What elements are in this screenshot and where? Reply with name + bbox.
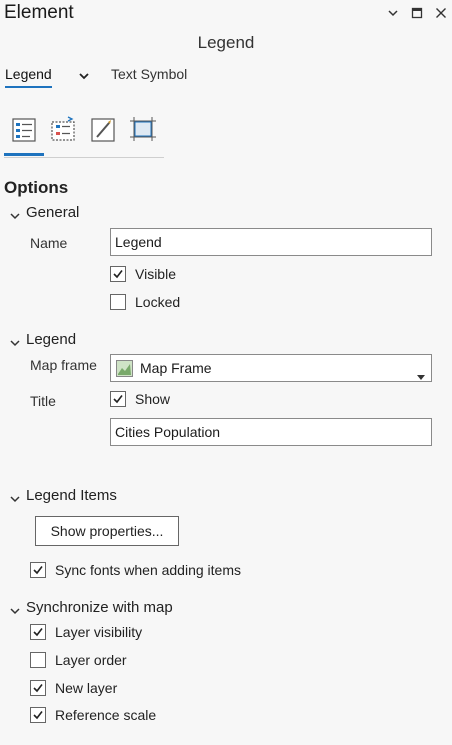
map-frame-value: Map Frame <box>140 360 212 376</box>
checkbox-checked-icon <box>110 391 126 407</box>
visible-label: Visible <box>135 266 176 282</box>
show-label: Show <box>135 391 171 407</box>
new-layer-checkbox[interactable]: New layer <box>30 680 117 696</box>
chevron-down-icon <box>10 208 20 220</box>
new-layer-label: New layer <box>55 680 118 696</box>
tab-text-symbol[interactable]: Text Symbol <box>111 66 187 82</box>
checkbox-checked-icon <box>30 680 46 696</box>
name-label: Name <box>30 235 68 251</box>
layer-order-label: Layer order <box>55 652 127 668</box>
chevron-down-icon[interactable] <box>78 69 90 87</box>
show-title-checkbox[interactable]: Show <box>110 391 170 407</box>
locked-checkbox[interactable]: Locked <box>110 294 180 310</box>
checkbox-checked-icon <box>30 707 46 723</box>
property-page-toolbar <box>4 112 164 158</box>
window-controls <box>386 6 448 20</box>
pane-title: Element <box>4 2 74 23</box>
legend-heading: Legend <box>26 331 77 348</box>
display-icon[interactable] <box>128 114 158 144</box>
maximize-icon[interactable] <box>410 6 424 20</box>
locked-label: Locked <box>135 294 181 310</box>
chevron-down-icon <box>10 491 20 503</box>
chevron-down-icon <box>10 335 20 347</box>
general-section-header[interactable]: General <box>10 204 79 221</box>
map-frame-icon <box>116 359 133 377</box>
title-label: Title <box>30 393 56 409</box>
legend-options-icon[interactable] <box>10 114 40 144</box>
map-frame-label: Map frame <box>30 357 97 373</box>
general-heading: General <box>26 204 80 221</box>
checkbox-empty-icon <box>30 652 46 668</box>
show-properties-button[interactable]: Show properties... <box>35 516 179 546</box>
legend-arrange-icon[interactable] <box>48 114 78 144</box>
sync-map-heading: Synchronize with map <box>26 599 173 616</box>
chevron-down-icon <box>10 603 20 615</box>
title-input[interactable]: Cities Population <box>110 418 432 446</box>
checkbox-empty-icon <box>110 294 126 310</box>
tab-legend[interactable]: Legend <box>5 66 52 88</box>
checkbox-checked-icon <box>30 562 46 578</box>
element-name-heading: Legend <box>197 33 255 52</box>
layer-visibility-checkbox[interactable]: Layer visibility <box>30 624 142 640</box>
sync-fonts-label: Sync fonts when adding items <box>55 562 241 578</box>
layer-order-checkbox[interactable]: Layer order <box>30 652 127 668</box>
sync-fonts-checkbox[interactable]: Sync fonts when adding items <box>30 562 241 578</box>
legend-items-heading: Legend Items <box>26 487 117 504</box>
reference-scale-label: Reference scale <box>55 707 157 723</box>
options-heading: Options <box>4 178 69 197</box>
layer-visibility-label: Layer visibility <box>55 624 143 640</box>
legend-items-section-header[interactable]: Legend Items <box>10 487 117 504</box>
sync-map-section-header[interactable]: Synchronize with map <box>10 599 173 616</box>
close-icon[interactable] <box>434 6 448 20</box>
chevron-down-icon[interactable] <box>386 6 400 20</box>
active-page-indicator <box>4 153 44 156</box>
reference-scale-checkbox[interactable]: Reference scale <box>30 707 156 723</box>
symbol-icon[interactable] <box>88 114 118 144</box>
checkbox-checked-icon <box>30 624 46 640</box>
checkbox-checked-icon <box>110 266 126 282</box>
map-frame-select[interactable]: Map Frame <box>110 354 432 382</box>
dropdown-arrow-icon <box>417 367 425 383</box>
legend-section-header[interactable]: Legend <box>10 331 76 348</box>
name-input[interactable]: Legend <box>110 228 432 256</box>
visible-checkbox[interactable]: Visible <box>110 266 176 282</box>
